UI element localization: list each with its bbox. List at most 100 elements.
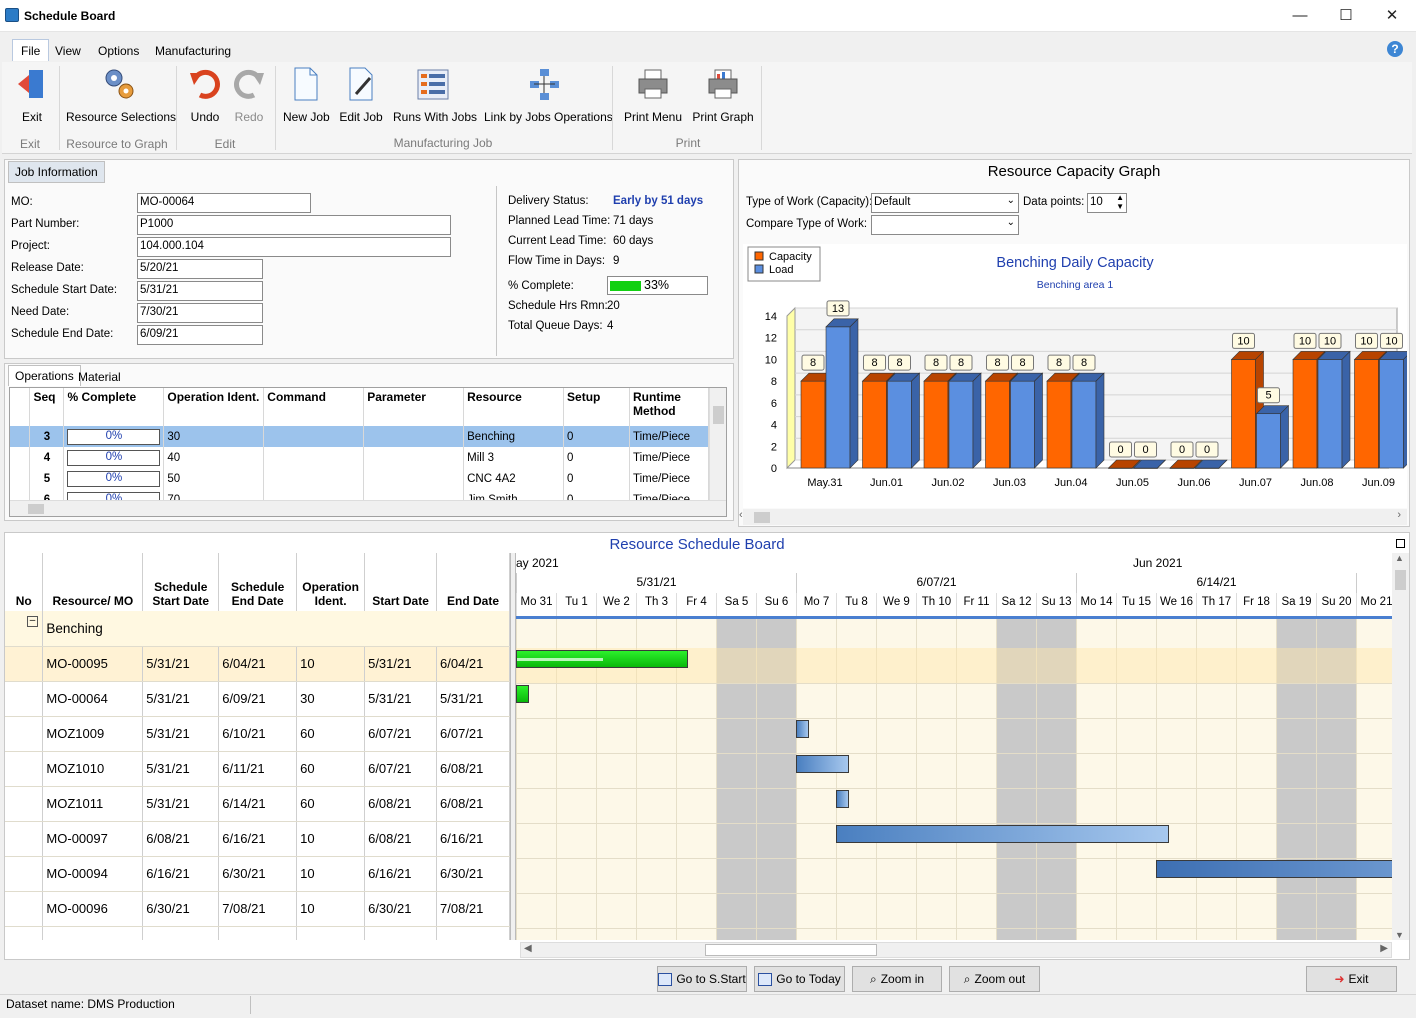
exit-button[interactable]: Exit (12, 66, 52, 124)
chevron-right-icon[interactable]: ▶ (1380, 943, 1388, 954)
bar-load[interactable] (825, 326, 851, 469)
spinner-arrows-icon[interactable]: ▲ ▼ (1116, 193, 1124, 211)
scroll-thumb[interactable] (705, 944, 877, 956)
col-operation-ident[interactable]: Operation Ident. (163, 388, 265, 426)
go-to-start-button[interactable]: Go to S.Start (657, 966, 747, 992)
menu-file[interactable]: File (12, 39, 50, 61)
schedule-row[interactable]: MO-00064 5/31/21 6/09/21 30 5/31/21 5/31/21 (5, 681, 510, 717)
gantt-bar[interactable] (516, 650, 688, 668)
schedule-row[interactable]: MOZ1010 5/31/21 6/11/21 60 6/07/21 6/08/21 (5, 751, 510, 787)
job-field-input[interactable]: 6/09/21 (137, 325, 263, 345)
menu-view[interactable]: View (49, 42, 87, 60)
gantt-bar[interactable] (796, 720, 810, 738)
schedule-row[interactable]: MOZ1009 5/31/21 6/10/21 60 6/07/21 6/07/21 (5, 716, 510, 752)
close-icon[interactable]: ✕ (1369, 0, 1415, 32)
col-seq[interactable]: Seq (29, 388, 65, 426)
scroll-thumb[interactable] (754, 512, 770, 523)
help-icon[interactable]: ? (1387, 41, 1403, 57)
col-no[interactable]: No (5, 553, 44, 611)
gantt-hscrollbar[interactable]: ◀ ▶ (520, 942, 1392, 958)
zoom-out-button[interactable]: ⌕ Zoom out (949, 966, 1040, 992)
chevron-left-icon[interactable]: ‹ (739, 509, 743, 521)
col-resource-mo[interactable]: Resource/ MO (42, 553, 144, 611)
col-operation-ident[interactable]: Operation Ident. (296, 553, 366, 611)
job-info-tab[interactable]: Job Information (8, 161, 105, 183)
go-to-today-button[interactable]: Go to Today (754, 966, 845, 992)
operation-pct-cell[interactable]: 0% (63, 426, 165, 447)
tab-operations[interactable]: Operations (8, 365, 81, 386)
group-toggle-cell[interactable]: – (5, 611, 44, 647)
job-field-input[interactable]: MO-00064 (137, 193, 311, 213)
scroll-thumb[interactable] (28, 504, 44, 514)
bar-capacity[interactable] (923, 380, 949, 469)
gantt-vscrollbar[interactable]: ▲ ▼ (1392, 553, 1409, 940)
collapse-icon[interactable]: – (27, 616, 38, 627)
chart-hscrollbar[interactable]: › ‹ (739, 509, 1407, 525)
maximize-panel-icon[interactable] (1396, 539, 1405, 548)
chevron-right-icon[interactable]: › (1397, 509, 1401, 521)
schedule-row[interactable] (5, 926, 510, 940)
job-field-input[interactable]: 7/30/21 (137, 303, 263, 323)
col-command[interactable]: Command (263, 388, 365, 426)
print-menu-button[interactable]: Print Menu (624, 66, 682, 124)
schedule-row[interactable]: MOZ1011 5/31/21 6/14/21 60 6/08/21 6/08/21 (5, 786, 510, 822)
col-start-date[interactable]: Start Date (364, 553, 438, 611)
maximize-icon[interactable]: ☐ (1323, 0, 1369, 32)
bar-capacity[interactable] (1292, 359, 1318, 469)
bar-capacity[interactable] (862, 380, 887, 469)
bar-load[interactable] (1256, 413, 1281, 469)
schedule-row[interactable]: MO-00097 6/08/21 6/16/21 10 6/08/21 6/16/21 (5, 821, 510, 857)
chevron-up-icon[interactable]: ▲ (1395, 553, 1404, 563)
bar-capacity[interactable] (1046, 380, 1072, 469)
minimize-icon[interactable]: — (1277, 0, 1323, 32)
undo-button[interactable]: Undo (186, 66, 224, 124)
bar-capacity[interactable] (1354, 359, 1379, 469)
operations-hscrollbar[interactable] (10, 500, 726, 516)
bar-load[interactable] (948, 380, 974, 469)
scroll-thumb[interactable] (1395, 570, 1406, 590)
zoom-in-button[interactable]: ⌕ Zoom in (852, 966, 942, 992)
schedule-row[interactable]: MO-00096 6/30/21 7/08/21 10 6/30/21 7/08/21 (5, 891, 510, 927)
operations-vscrollbar[interactable] (709, 388, 726, 500)
operation-row[interactable]: 3 0% 30 Benching 0 Time/Piece (10, 426, 710, 447)
schedule-row[interactable]: MO-00094 6/16/21 6/30/21 10 6/16/21 6/30/21 (5, 856, 510, 892)
operation-row[interactable]: 4 0% 40 Mill 3 0 Time/Piece (10, 447, 710, 468)
exit-bottom-button[interactable]: ➜ Exit (1306, 966, 1397, 992)
job-field-input[interactable]: 5/31/21 (137, 281, 263, 301)
runs-with-jobs-button[interactable]: Runs With Jobs (393, 66, 477, 124)
gantt-bar[interactable] (836, 790, 850, 808)
compare-type-select[interactable]: ⌄ (871, 215, 1019, 235)
bar-capacity[interactable] (985, 380, 1010, 469)
data-points-spinner[interactable]: 10 ▲ ▼ (1087, 193, 1127, 213)
gantt-bar[interactable] (1156, 860, 1392, 878)
operation-row[interactable]: 5 0% 50 CNC 4A2 0 Time/Piece (10, 468, 710, 489)
job-field-input[interactable]: P1000 (137, 215, 451, 235)
operation-pct-cell[interactable]: 0% (63, 447, 165, 468)
bar-load[interactable] (1071, 380, 1097, 469)
job-field-input[interactable]: 104.000.104 (137, 237, 451, 257)
gantt-bar[interactable] (516, 685, 530, 703)
resource-selections-button[interactable]: Resource Selections (66, 66, 176, 124)
new-job-button[interactable]: New Job (283, 66, 330, 124)
bar-load[interactable] (887, 380, 912, 469)
redo-button[interactable]: Redo (231, 66, 267, 124)
col-resource[interactable]: Resource (463, 388, 565, 426)
col-end-date[interactable]: End Date (436, 553, 510, 611)
bar-load[interactable] (1317, 359, 1343, 469)
menu-options[interactable]: Options (92, 42, 145, 60)
chevron-left-icon[interactable]: ◀ (524, 943, 532, 954)
group-row[interactable]: – Benching (5, 611, 510, 647)
menu-manufacturing[interactable]: Manufacturing (149, 42, 237, 60)
print-graph-button[interactable]: Print Graph (692, 66, 754, 124)
edit-job-button[interactable]: Edit Job (339, 66, 383, 124)
gantt-bar[interactable] (836, 825, 1170, 843)
col-schedule-start[interactable]: Schedule Start Date (142, 553, 220, 611)
col-parameter[interactable]: Parameter (363, 388, 465, 426)
job-field-input[interactable]: 5/20/21 (137, 259, 263, 279)
bar-capacity[interactable] (800, 380, 826, 469)
col-setup[interactable]: Setup (563, 388, 630, 426)
bar-capacity[interactable] (1231, 359, 1256, 469)
col-runtime-method[interactable]: Runtime Method (629, 388, 710, 426)
bar-load[interactable] (1379, 359, 1404, 469)
type-of-work-select[interactable]: Default ⌄ (871, 193, 1019, 213)
